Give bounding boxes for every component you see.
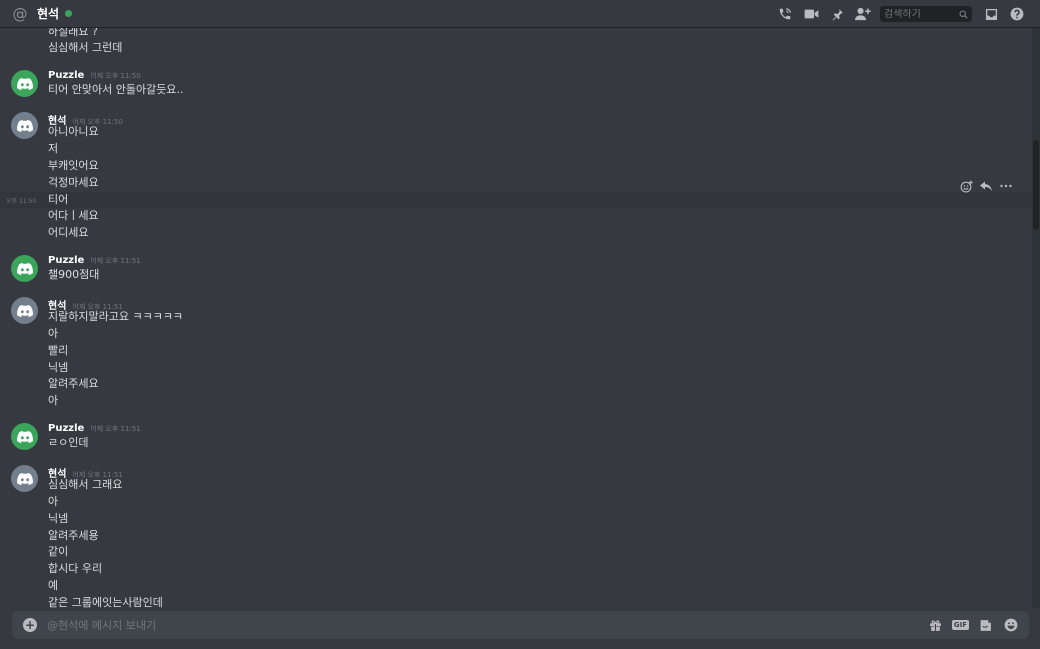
search-box[interactable] — [880, 6, 972, 22]
author-name[interactable]: Puzzle — [48, 423, 84, 434]
message-header: Puzzle 어제 오후 11:51 — [48, 423, 141, 437]
message-line: 아 — [48, 327, 59, 340]
message-line: 저 — [48, 142, 59, 155]
message-line: 같이 — [48, 545, 69, 558]
avatar[interactable] — [11, 70, 38, 97]
author-name[interactable]: Puzzle — [48, 70, 84, 81]
header-toolbar — [772, 0, 1030, 28]
message-line: 같은 그룹에잇는사람인데 — [48, 596, 163, 608]
message-line: 부캐잇어요 — [48, 159, 99, 172]
message-line: 심심해서 그래요 — [48, 478, 123, 491]
more-options-icon[interactable] — [996, 184, 1016, 188]
message-line: 티어 안맞아서 안돌아갈듯요.. — [48, 83, 184, 96]
channel-header: @ 현석 — [0, 0, 1040, 28]
message-line: 아 — [48, 495, 59, 508]
at-icon: @ — [12, 4, 28, 23]
voice-call-icon[interactable] — [772, 1, 798, 27]
message-line: 어디세요 — [48, 226, 89, 239]
message-input[interactable] — [47, 618, 923, 632]
message-line: 알려주세요 — [48, 377, 99, 390]
gift-icon[interactable] — [923, 615, 948, 635]
reply-icon[interactable] — [976, 181, 996, 192]
scrollbar-thumb[interactable] — [1033, 140, 1039, 230]
avatar[interactable] — [11, 112, 38, 139]
message-composer: + GIF — [12, 611, 1029, 639]
pin-icon[interactable] — [824, 1, 850, 27]
message-line: 빨리 — [48, 344, 69, 357]
message-header: 현석 어제 오후 11:51 — [48, 297, 123, 312]
upload-plus-icon[interactable]: + — [23, 618, 37, 632]
message-line: 심심해서 그런데 — [48, 41, 123, 54]
add-friend-icon[interactable] — [850, 1, 876, 27]
message-line: ㄹㅇ인데 — [48, 436, 89, 449]
dm-username: 현석 — [37, 7, 60, 21]
hover-timestamp: 오후 11:50 — [6, 198, 37, 205]
discord-logo-icon — [16, 472, 33, 485]
message-line: 어다ㅣ세요 — [48, 209, 99, 222]
message-list: 오후 11:50 하실래요 ? 심심해서 그런데 Puzzle 어제 오후 11… — [0, 28, 1032, 608]
message-actions — [956, 178, 1016, 194]
message-line: 티어 — [48, 193, 69, 206]
discord-logo-icon — [16, 119, 33, 132]
message-timestamp: 어제 오후 11:51 — [90, 257, 141, 265]
add-reaction-icon[interactable] — [956, 180, 976, 193]
message-line: 합시다 우리 — [48, 562, 103, 575]
message-timestamp: 어제 오후 11:51 — [90, 425, 141, 433]
help-icon[interactable] — [1004, 1, 1030, 27]
author-name[interactable]: Puzzle — [48, 255, 84, 266]
gif-button[interactable]: GIF — [948, 615, 973, 635]
message-line: 예 — [48, 579, 59, 592]
message-line: 아 — [48, 394, 59, 407]
avatar[interactable] — [11, 465, 38, 492]
discord-logo-icon — [16, 304, 33, 317]
video-call-icon[interactable] — [798, 1, 824, 27]
message-line: 걱정마세요 — [48, 176, 99, 189]
message-line: 지랄하지말라고요 ㅋㅋㅋㅋㅋ — [48, 310, 184, 323]
search-input[interactable] — [884, 8, 954, 20]
message-line: 닉넴 — [48, 512, 69, 525]
message-line: 아니아니요 — [48, 125, 99, 138]
message-line: 알려주세용 — [48, 529, 99, 542]
message-header: 현석 어제 오후 11:50 — [48, 112, 123, 127]
discord-logo-icon — [16, 262, 33, 275]
message-header: Puzzle 어제 오후 11:51 — [48, 255, 141, 269]
hovered-message-row[interactable] — [0, 192, 1032, 208]
online-status-dot — [65, 10, 73, 17]
sticker-icon[interactable] — [973, 615, 998, 635]
message-timestamp: 어제 오후 11:50 — [90, 72, 141, 80]
message-line: 하실래요 ? — [48, 28, 98, 38]
scrollbar-track[interactable] — [1032, 28, 1040, 608]
search-icon — [959, 9, 968, 19]
message-header: 현석 어제 오후 11:51 — [48, 465, 123, 480]
discord-logo-icon — [16, 77, 33, 90]
discord-logo-icon — [16, 430, 33, 443]
gif-label: GIF — [951, 620, 970, 630]
avatar[interactable] — [11, 255, 38, 282]
emoji-icon[interactable] — [998, 615, 1023, 635]
message-line: 챌900점대 — [48, 268, 100, 281]
message-header: Puzzle 어제 오후 11:50 — [48, 70, 141, 84]
avatar[interactable] — [11, 297, 38, 324]
inbox-icon[interactable] — [978, 1, 1004, 27]
message-line: 닉넴 — [48, 361, 69, 374]
avatar[interactable] — [11, 423, 38, 450]
